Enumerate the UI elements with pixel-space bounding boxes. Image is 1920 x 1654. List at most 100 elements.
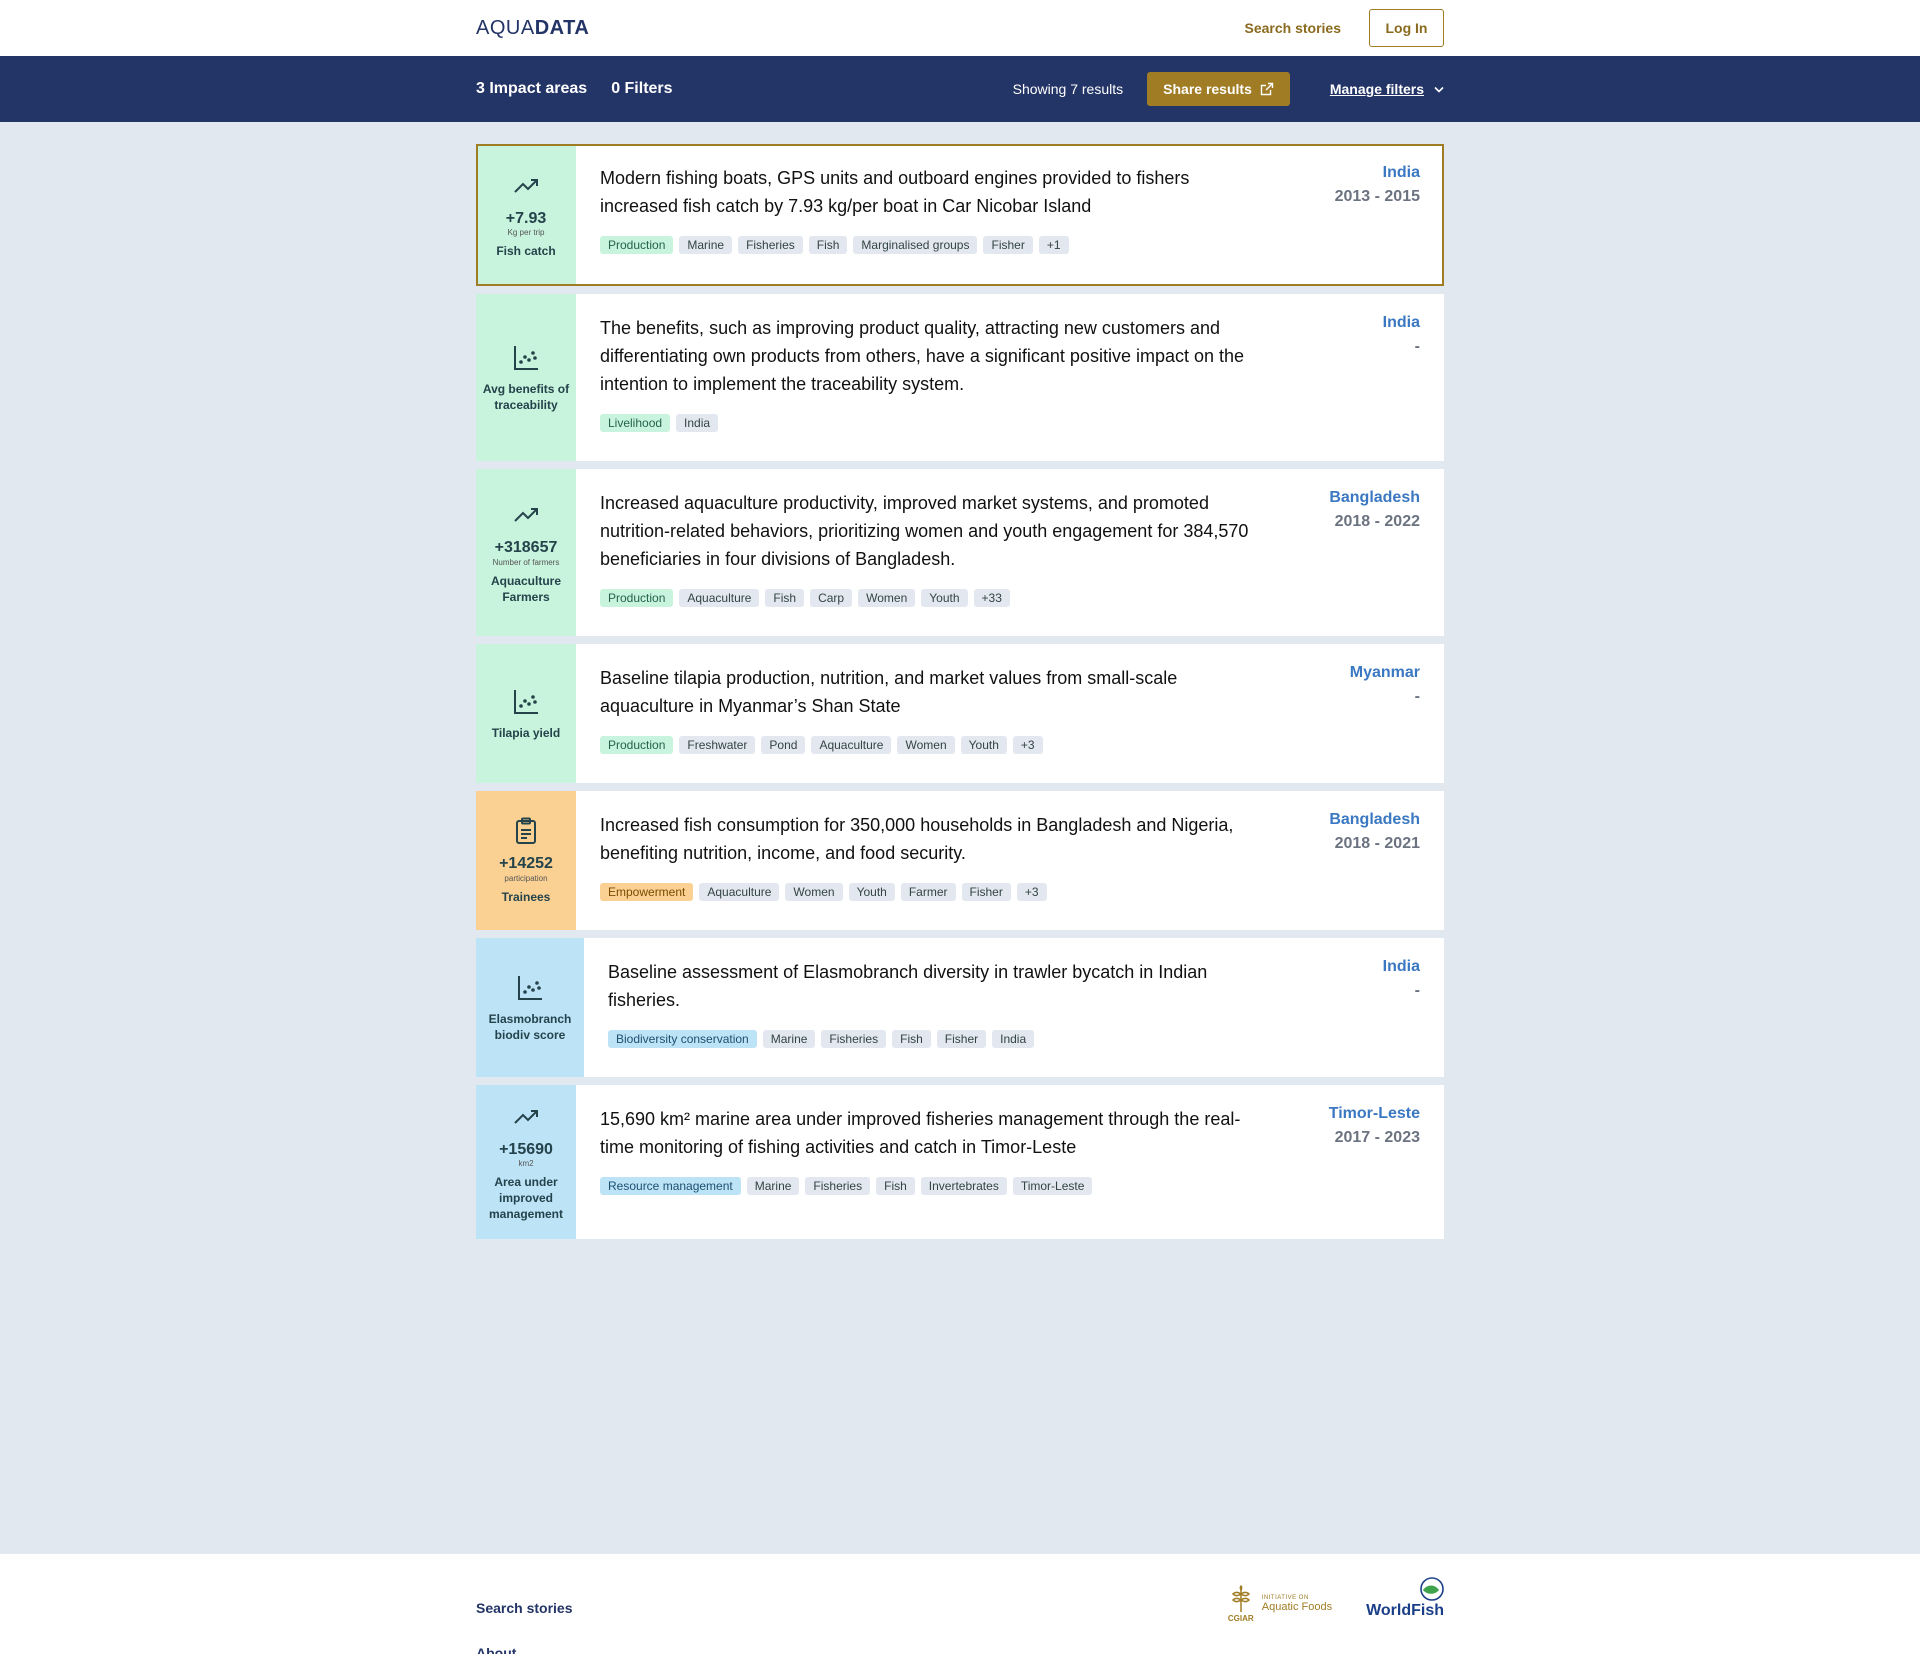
tag[interactable]: Freshwater	[679, 736, 756, 754]
result-card[interactable]: +14252 participation Trainees Increased …	[476, 791, 1444, 930]
tag[interactable]: Carp	[810, 589, 853, 607]
footer-about-link[interactable]: About	[476, 1645, 516, 1654]
impact-unit: participation	[504, 873, 548, 883]
years: -	[1414, 982, 1420, 999]
card-title[interactable]: Baseline assessment of Elasmobranch dive…	[608, 958, 1268, 1014]
country[interactable]: Bangladesh	[1329, 811, 1420, 829]
tag[interactable]: Aquaculture	[679, 589, 760, 607]
years: 2018 - 2021	[1334, 835, 1420, 852]
scatter-chart-icon	[514, 345, 538, 370]
tag[interactable]: Resource management	[600, 1177, 741, 1195]
worldfish-logo[interactable]: WorldFish	[1366, 1576, 1444, 1620]
tag[interactable]: Youth	[921, 589, 968, 607]
country[interactable]: Bangladesh	[1329, 489, 1420, 507]
card-meta: Bangladesh 2018 - 2021	[1329, 811, 1420, 853]
worldfish-label: WorldFish	[1366, 1601, 1444, 1619]
tag[interactable]: Marine	[746, 1177, 800, 1195]
tag[interactable]: Fish	[808, 236, 848, 254]
card-title[interactable]: Baseline tilapia production, nutrition, …	[600, 664, 1260, 720]
impact-metric: Fish catch	[496, 244, 556, 259]
country[interactable]: India	[1383, 314, 1420, 332]
tag[interactable]: Timor-Leste	[1012, 1177, 1093, 1195]
trend-up-icon	[514, 178, 538, 193]
filters-toggle[interactable]: 0 Filters	[611, 80, 672, 98]
impact-metric: Tilapia yield	[491, 725, 561, 740]
tag[interactable]: Fish	[765, 589, 805, 607]
tag[interactable]: India	[676, 414, 719, 432]
tag[interactable]: Fisheries	[805, 1177, 871, 1195]
country[interactable]: Myanmar	[1350, 664, 1420, 682]
tag[interactable]: Fish	[876, 1177, 915, 1195]
tag[interactable]: Youth	[960, 736, 1007, 754]
tag[interactable]: Women	[785, 883, 843, 901]
impact-metric: Elasmobranch biodiv score	[488, 1011, 572, 1042]
years: -	[1414, 688, 1420, 705]
tag[interactable]: Women	[858, 589, 916, 607]
tag[interactable]: Fisher	[961, 883, 1011, 901]
tag-list: Resource management Marine Fisheries Fis…	[600, 1177, 1420, 1195]
card-title[interactable]: 15,690 km² marine area under improved fi…	[600, 1105, 1260, 1161]
card-title[interactable]: Modern fishing boats, GPS units and outb…	[600, 164, 1260, 220]
scatter-chart-icon	[518, 975, 542, 1000]
tag[interactable]: India	[992, 1030, 1035, 1048]
result-card[interactable]: Avg benefits of traceability The benefit…	[476, 294, 1444, 461]
tag[interactable]: Biodiversity conservation	[608, 1030, 757, 1048]
tag-list: Livelihood India	[600, 414, 1420, 432]
impact-indicator: Tilapia yield	[476, 644, 576, 783]
tag[interactable]: Production	[600, 589, 674, 607]
tag[interactable]: Marginalised groups	[853, 236, 978, 254]
tag[interactable]: Marine	[762, 1030, 816, 1048]
card-meta: India -	[1383, 958, 1420, 1000]
footer-search-stories-link[interactable]: Search stories	[476, 1600, 573, 1616]
tag-more[interactable]: +33	[973, 589, 1010, 607]
tag-list: Production Aquaculture Fish Carp Women Y…	[600, 589, 1420, 607]
tag[interactable]: Youth	[848, 883, 895, 901]
tag-more[interactable]: +3	[1012, 736, 1043, 754]
result-card[interactable]: Tilapia yield Baseline tilapia productio…	[476, 644, 1444, 783]
tag[interactable]: Production	[600, 736, 674, 754]
wheat-icon	[1231, 1584, 1250, 1612]
manage-filters-dropdown[interactable]: Manage filters	[1330, 81, 1444, 97]
tag-more[interactable]: +3	[1016, 883, 1047, 901]
country[interactable]: India	[1335, 164, 1420, 182]
country[interactable]: Timor-Leste	[1329, 1105, 1420, 1123]
result-card[interactable]: +318657 Number of farmers Aquaculture Fa…	[476, 469, 1444, 636]
years: 2017 - 2023	[1334, 1129, 1420, 1146]
tag[interactable]: Empowerment	[600, 883, 694, 901]
tag[interactable]: Aquaculture	[811, 736, 892, 754]
tag[interactable]: Aquaculture	[699, 883, 780, 901]
card-title[interactable]: Increased fish consumption for 350,000 h…	[600, 811, 1260, 867]
aquadata-logo[interactable]: AQUADATA	[476, 17, 589, 40]
card-meta: India 2013 - 2015	[1335, 164, 1420, 206]
tag[interactable]: Farmer	[900, 883, 956, 901]
tag-list: Production Freshwater Pond Aquaculture W…	[600, 736, 1420, 754]
impact-indicator: +318657 Number of farmers Aquaculture Fa…	[476, 469, 576, 636]
search-stories-link[interactable]: Search stories	[1245, 20, 1342, 36]
tag[interactable]: Marine	[679, 236, 733, 254]
impact-value: +15690	[499, 1140, 553, 1158]
impact-metric: Area under improved management	[488, 1175, 564, 1222]
result-card[interactable]: +7.93 Kg per trip Fish catch Modern fish…	[476, 144, 1444, 286]
tag[interactable]: Livelihood	[600, 414, 671, 432]
tag[interactable]: Fisher	[983, 236, 1033, 254]
tag[interactable]: Fisher	[936, 1030, 987, 1048]
tag[interactable]: Invertebrates	[920, 1177, 1007, 1195]
card-title[interactable]: The benefits, such as improving product …	[600, 314, 1260, 398]
result-card[interactable]: Elasmobranch biodiv score Baseline asses…	[476, 938, 1444, 1077]
impact-value: +14252	[499, 855, 553, 873]
tag[interactable]: Women	[897, 736, 955, 754]
login-button[interactable]: Log In	[1369, 9, 1444, 47]
tag-more[interactable]: +1	[1038, 236, 1069, 254]
result-card[interactable]: +15690 km2 Area under improved managemen…	[476, 1085, 1444, 1239]
country[interactable]: India	[1383, 958, 1420, 976]
impact-areas-toggle[interactable]: 3 Impact areas	[476, 80, 587, 98]
share-results-label: Share results	[1163, 81, 1252, 97]
share-results-button[interactable]: Share results	[1147, 72, 1290, 106]
tag[interactable]: Fisheries	[738, 236, 803, 254]
tag[interactable]: Fish	[892, 1030, 931, 1048]
cgiar-aquatic-foods-logo[interactable]: CGIAR INITIATIVE ON Aquatic Foods	[1226, 1584, 1332, 1623]
tag[interactable]: Fisheries	[821, 1030, 887, 1048]
tag[interactable]: Pond	[761, 736, 806, 754]
card-title[interactable]: Increased aquaculture productivity, impr…	[600, 489, 1260, 573]
tag[interactable]: Production	[600, 236, 674, 254]
